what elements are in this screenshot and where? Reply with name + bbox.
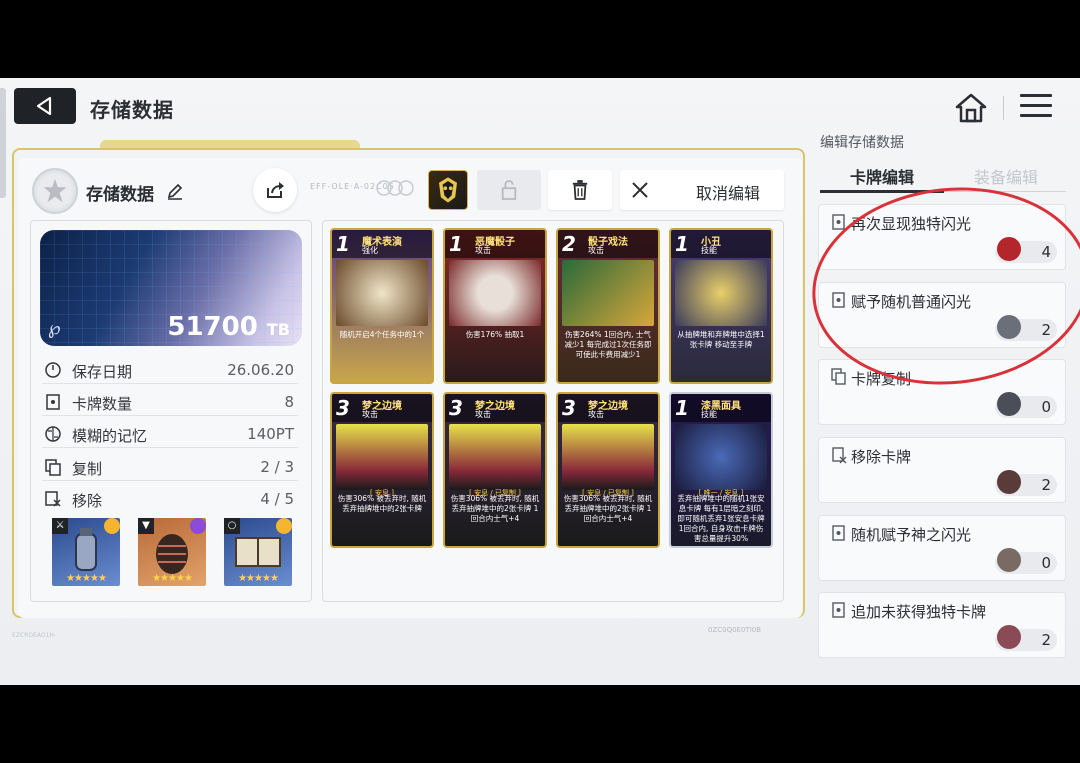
save-name: 存储数据 <box>86 185 154 205</box>
equipment-accessory[interactable]: ○ ★★★★★ <box>224 518 292 586</box>
cross-icon <box>632 182 648 198</box>
delete-button[interactable] <box>548 170 612 210</box>
jester-mask-icon <box>439 177 457 203</box>
card-flash-icon <box>832 214 845 230</box>
card-flash-icon <box>832 602 845 618</box>
remove-icon <box>45 491 61 507</box>
trash-icon <box>572 180 588 200</box>
back-arrow-icon <box>36 96 52 116</box>
brain-icon <box>45 426 61 442</box>
armor-icon: ▼ <box>138 518 154 534</box>
header-divider <box>1003 96 1004 120</box>
rarity-orb-icon <box>190 518 206 534</box>
stat-row-card-count: 卡牌数量 8 <box>42 390 298 416</box>
stat-row-save-date: 保存日期 26.06.20 <box>42 358 298 384</box>
footer-code-2: 0ZC0Q0E0TI0B <box>708 626 762 634</box>
copy-icon <box>831 368 846 385</box>
cancel-edit-button[interactable]: 取消编辑 <box>620 170 784 210</box>
option-card-copy[interactable]: 卡牌复制 0 <box>818 359 1066 425</box>
option-remove-card[interactable]: 移除卡牌 2 <box>818 437 1066 503</box>
rings-icon <box>376 180 414 196</box>
share-button[interactable] <box>253 168 297 212</box>
cancel-edit-label: 取消编辑 <box>696 184 761 203</box>
pencil-icon[interactable] <box>166 182 184 200</box>
card[interactable]: 3 梦之边境 攻击 [ 安息 / 已复制 ] 伤害306% 被丢弃时, 随机丢弃… <box>443 392 547 548</box>
home-icon[interactable] <box>954 92 988 124</box>
copy-icon <box>45 459 61 476</box>
edit-save-title: 编辑存储数据 <box>820 135 904 151</box>
game-screen: 存储数据 存储数据 EFF-OLE·A-02C05 取消编辑 ℘ 51700 T… <box>0 78 1080 685</box>
normal-flash-token-icon <box>997 315 1021 339</box>
stat-row-remove: 移除 4 / 5 <box>42 487 298 513</box>
card[interactable]: 2 骰子戏法 攻击 伤害264% 1回合内, 士气减少1 每完成过1次任务即可使… <box>556 228 660 384</box>
card[interactable]: 3 梦之边境 攻击 [ 安息 ] 伤害306% 被丢弃时, 随机丢弃抽牌堆中的2… <box>330 392 434 548</box>
card[interactable]: 3 梦之边境 攻击 [ 安息 / 已复制 ] 伤害306% 被丢弃时, 随机丢弃… <box>556 392 660 548</box>
card[interactable]: 1 魔术表演 强化 随机开启4个任务中的1个 <box>330 228 434 384</box>
ring-icon: ○ <box>224 518 240 534</box>
stat-row-fuzzy-memory: 模糊的记忆 140PT <box>42 422 298 448</box>
card[interactable]: 1 漆黑面具 技能 [ 唯一 / 安息 ] 丢弃抽牌堆中的随机1张安息卡牌 每有… <box>669 392 773 548</box>
rarity-sun-icon <box>276 518 292 534</box>
scroll-edge <box>0 88 6 198</box>
character-portrait[interactable] <box>428 170 468 210</box>
remove-token-icon <box>997 470 1021 494</box>
card-icon <box>46 394 60 410</box>
divine-flash-token-icon <box>997 548 1021 572</box>
equipment-armor[interactable]: ▼ ★★★★★ <box>138 518 206 586</box>
option-random-normal-flash[interactable]: 赋予随机普通闪光 2 <box>818 282 1066 348</box>
tab-equipment-edit[interactable]: 装备编辑 <box>974 164 1038 188</box>
weapon-icon: ⚔ <box>52 518 68 534</box>
clock-icon <box>45 362 61 378</box>
back-button[interactable] <box>14 88 76 124</box>
card-flash-icon <box>832 292 845 308</box>
share-icon <box>267 182 284 198</box>
lock-icon <box>501 180 517 200</box>
tab-underline <box>820 190 944 193</box>
tab-card-edit[interactable]: 卡牌编辑 <box>850 164 914 188</box>
equipment-weapon[interactable]: ⚔ ★★★★★ <box>52 518 120 586</box>
card[interactable]: 1 恶魔骰子 攻击 伤害176% 抽取1 <box>443 228 547 384</box>
copy-token-icon <box>997 392 1021 416</box>
lock-button[interactable] <box>477 170 541 210</box>
memory-glyph-icon: ℘ <box>48 318 61 339</box>
menu-icon[interactable] <box>1020 94 1052 122</box>
save-slot-icon <box>32 168 78 214</box>
tb-value: 51700 TB <box>167 312 290 342</box>
tab-divider-line <box>944 191 1066 192</box>
remove-icon <box>832 447 847 464</box>
unique-flash-token-icon <box>997 237 1021 261</box>
save-banner: ℘ 51700 TB <box>40 230 302 346</box>
badge-star-icon <box>43 178 67 203</box>
unique-card-token-icon <box>997 625 1021 649</box>
option-add-unique-card[interactable]: 追加未获得独特卡牌 2 <box>818 592 1066 658</box>
card[interactable]: 1 小丑 技能 从抽牌堆和弃牌堆中选择1张卡牌 移动至手牌 <box>669 228 773 384</box>
option-unique-flash[interactable]: 再次显现独特闪光 4 <box>818 204 1066 270</box>
stat-row-copy: 复制 2 / 3 <box>42 455 298 481</box>
page-title: 存储数据 <box>90 98 174 122</box>
rarity-sun-icon <box>104 518 120 534</box>
card-flash-icon <box>832 525 845 541</box>
option-random-divine-flash[interactable]: 随机赋予神之闪光 0 <box>818 515 1066 581</box>
footer-code: EZCROEAO1H- <box>12 632 56 639</box>
